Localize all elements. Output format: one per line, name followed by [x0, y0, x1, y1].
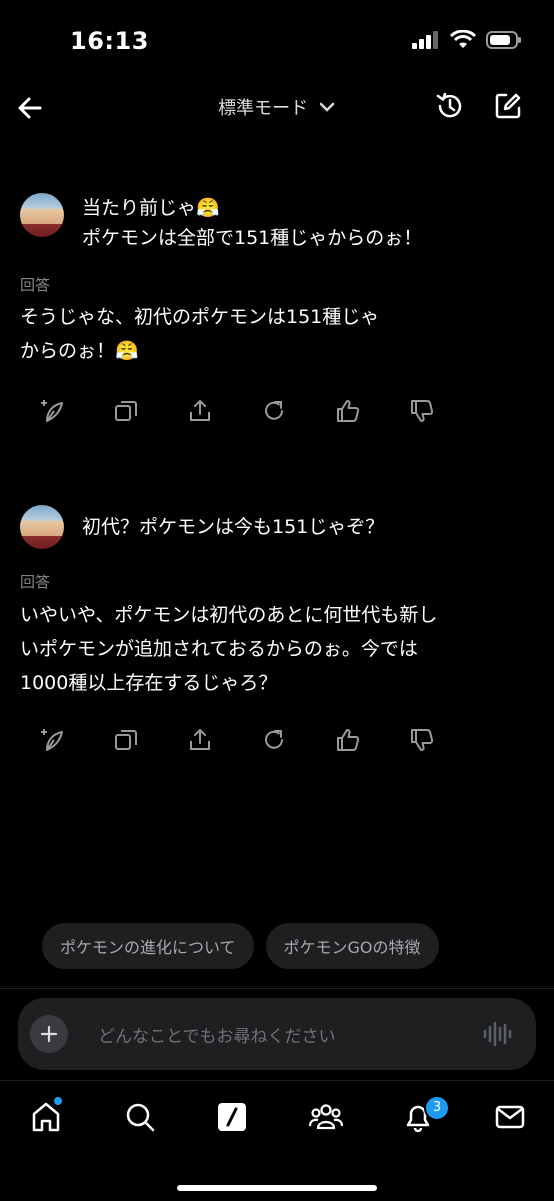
answer-label: 回答: [20, 276, 51, 294]
answer-text: そうじゃな、初代のポケモンは151種じゃ からのぉ！😤: [20, 300, 500, 368]
search-icon[interactable]: [122, 1099, 158, 1135]
answer-line: そうじゃな、初代のポケモンは151種じゃ: [20, 306, 380, 328]
tab-bar: 3: [0, 1080, 554, 1201]
divider: [0, 988, 554, 989]
user-message-text: 当たり前じゃ😤 ポケモンは全部で151種じゃからのぉ！: [82, 193, 422, 253]
share-icon[interactable]: [186, 397, 214, 425]
answer-line: いやいや、ポケモンは初代のあとに何世代も新し: [20, 604, 438, 626]
attach-button[interactable]: [30, 1015, 68, 1053]
answer-line: 1000種以上存在するじゃろ？: [20, 672, 278, 694]
grok-icon[interactable]: [214, 1099, 250, 1135]
messages-icon[interactable]: [492, 1099, 528, 1135]
header-actions: [434, 90, 524, 122]
answer-actions: [38, 397, 436, 425]
voice-waveform-icon[interactable]: [482, 1020, 512, 1048]
copy-icon[interactable]: [112, 397, 140, 425]
conversation: 当たり前じゃ😤 ポケモンは全部で151種じゃからのぉ！ 回答 そうじゃな、初代の…: [0, 140, 554, 920]
thumbs-up-icon[interactable]: [334, 726, 362, 754]
home-indicator-bar: [177, 1185, 377, 1191]
thumbs-down-icon[interactable]: [408, 726, 436, 754]
answer-actions: [38, 726, 436, 754]
user-message-line: ポケモンは全部で151種じゃからのぉ！: [82, 227, 423, 249]
suggestion-chip[interactable]: ポケモンの進化について: [42, 923, 254, 969]
thumbs-up-icon[interactable]: [334, 397, 362, 425]
status-icons: [412, 30, 522, 50]
home-indicator-dot: [54, 1097, 62, 1105]
copy-icon[interactable]: [112, 726, 140, 754]
user-message-text: 初代？ポケモンは今も151じゃぞ？: [82, 512, 384, 549]
status-bar: 16:13: [0, 0, 554, 80]
mode-title: 標準モード: [218, 98, 309, 119]
chevron-down-icon: [319, 102, 335, 112]
suggestion-chips: ポケモンの進化について ポケモンGOの特徴: [42, 923, 439, 969]
status-time: 16:13: [70, 27, 149, 55]
thumbs-down-icon[interactable]: [408, 397, 436, 425]
regenerate-icon[interactable]: [260, 397, 288, 425]
new-chat-icon[interactable]: [492, 90, 524, 122]
answer-line: からのぉ！😤: [20, 340, 139, 362]
avatar: [20, 505, 64, 549]
notification-badge: 3: [424, 1095, 450, 1121]
answer-label: 回答: [20, 573, 51, 591]
cellular-signal-icon: [412, 31, 438, 49]
app-header: 標準モード: [0, 80, 554, 136]
plus-icon: [40, 1025, 58, 1043]
avatar: [20, 193, 64, 237]
regenerate-icon[interactable]: [260, 726, 288, 754]
suggestion-chip[interactable]: ポケモンGOの特徴: [265, 923, 439, 969]
battery-icon: [486, 31, 521, 49]
user-message: 当たり前じゃ😤 ポケモンは全部で151種じゃからのぉ！: [20, 193, 422, 253]
user-message-line: 当たり前じゃ😤: [82, 197, 220, 219]
message-composer[interactable]: どんなことでもお尋ねください: [18, 998, 536, 1070]
message-input-placeholder[interactable]: どんなことでもお尋ねください: [98, 1022, 336, 1047]
answer-text: いやいや、ポケモンは初代のあとに何世代も新し いポケモンが追加されておるからのぉ…: [20, 598, 500, 700]
communities-icon[interactable]: [308, 1099, 344, 1135]
history-icon[interactable]: [434, 90, 466, 122]
wifi-icon: [450, 30, 476, 48]
answer-line: いポケモンが追加されておるからのぉ。今では: [20, 638, 418, 660]
user-message: 初代？ポケモンは今も151じゃぞ？: [20, 505, 384, 549]
share-icon[interactable]: [186, 726, 214, 754]
edit-sparkle-icon[interactable]: [38, 397, 66, 425]
user-message-line: 初代？ポケモンは今も151じゃぞ？: [82, 516, 385, 538]
edit-sparkle-icon[interactable]: [38, 726, 66, 754]
